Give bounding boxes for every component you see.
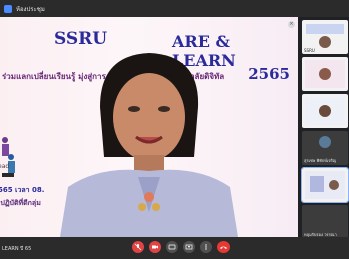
present-screen-icon[interactable] [183,241,195,253]
participant-name: SSRU [304,48,315,53]
participant-tile[interactable] [302,57,348,91]
camera-off-icon[interactable] [149,241,161,253]
slide-side-text: ead [0,163,10,170]
window-title: ห้องประชุม [16,5,45,13]
participant-panel: SSRU สุรเชษ พิทักษ์เจริญ หลุมรับรอง วรรณ… [301,17,349,239]
slide-people-illustration [2,137,15,177]
presenter-video [60,53,238,237]
more-options-icon[interactable] [200,241,212,253]
end-call-icon[interactable] [217,241,230,253]
participant-tile[interactable] [302,94,348,128]
participant-avatar [319,136,331,148]
captions-icon[interactable] [166,241,178,253]
slide-date: 565 เวลา 08. [0,186,45,194]
app-logo-icon [4,4,12,13]
mic-off-icon[interactable] [132,241,144,253]
participant-tile[interactable] [301,167,349,203]
participant-video [305,60,345,88]
close-share-icon[interactable]: × [288,21,295,28]
title-bar: ห้องประชุม [0,0,349,17]
participant-name: สุรเชษ พิทักษ์เจริญ [304,158,337,163]
slide-year: 2565 [248,65,290,83]
participant-tile[interactable]: SSRU [302,20,348,54]
slide-note: เปฏิบัติที่ดีกลุ่ม [0,199,41,207]
main-video-stage[interactable]: SSRU ARE & LEARN ร่วมแลกเปลี่ยนเรียนรู้ … [0,17,298,237]
control-bar: LEARN ปี 65 [0,237,349,259]
meeting-window: ห้องประชุม SSRU ARE & LEARN ร่วมแลกเปลี่… [0,0,349,259]
participant-tile[interactable]: สุรเชษ พิทักษ์เจริญ [302,131,348,165]
participant-video [305,97,345,125]
participant-video [305,171,345,199]
call-controls [132,241,230,253]
meeting-label: LEARN ปี 65 [2,246,32,252]
participant-tile[interactable]: หลุมรับรอง วรรณา [302,205,348,239]
